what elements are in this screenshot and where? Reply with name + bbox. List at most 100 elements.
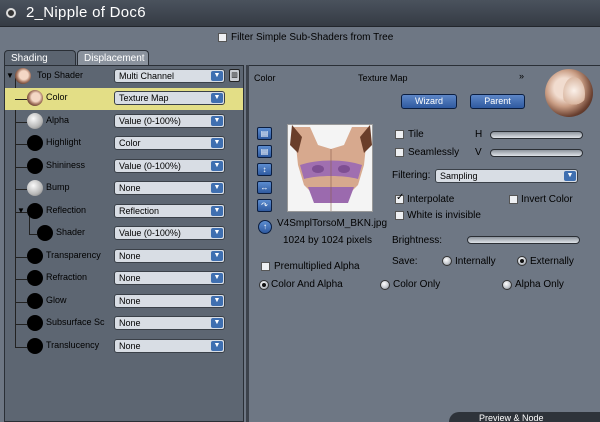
tree-guide-line <box>29 234 37 235</box>
shader-tree-row[interactable]: Shininess Value (0-100%) ▼ <box>5 156 243 178</box>
save-externally-radio[interactable] <box>517 256 527 266</box>
shader-type-value: None <box>119 273 141 283</box>
shader-tree-row[interactable]: ▼ Reflection Reflection ▼ <box>5 201 243 223</box>
shader-type-dropdown[interactable]: Color ▼ <box>114 136 225 150</box>
shader-preview-ball-icon <box>27 135 43 151</box>
shader-type-dropdown[interactable]: Value (0-100%) ▼ <box>114 114 225 128</box>
info-up-arrow-icon[interactable]: ↑ <box>258 220 272 234</box>
seamless-checkbox[interactable] <box>395 148 404 157</box>
flip-horizontal-icon[interactable]: ↔ <box>257 181 272 194</box>
save-internally-radio[interactable] <box>442 256 452 266</box>
interpolate-label: Interpolate <box>407 194 455 205</box>
flip-vertical-icon[interactable]: ↕ <box>257 163 272 176</box>
shader-tree-row[interactable]: Alpha Value (0-100%) ▼ <box>5 111 243 133</box>
white-invisible-checkbox[interactable] <box>395 211 404 220</box>
tree-guide-line <box>15 189 27 190</box>
shader-tree-row[interactable]: Transparency None ▼ <box>5 246 243 268</box>
expand-chevron-icon[interactable]: » <box>519 71 524 81</box>
shader-type-dropdown[interactable]: Value (0-100%) ▼ <box>114 226 225 240</box>
filtering-label: Filtering: <box>392 170 431 181</box>
shader-tree-label: Subsurface Sc <box>46 317 105 327</box>
filter-sub-shaders-checkbox[interactable] <box>218 32 227 42</box>
shader-type-dropdown[interactable]: None ▼ <box>114 294 225 308</box>
tile-checkbox[interactable] <box>395 130 404 139</box>
tile-v-slider[interactable] <box>490 149 583 157</box>
preview-node-tab[interactable]: Preview & Node <box>449 412 600 422</box>
chevron-down-icon: ▼ <box>211 273 223 283</box>
color-only-radio[interactable] <box>380 280 390 290</box>
shader-type-dropdown[interactable]: None ▼ <box>114 249 225 263</box>
shader-tree-label: Color <box>46 92 68 102</box>
shader-type-value: Value (0-100%) <box>119 116 181 126</box>
shader-tree-row[interactable]: Subsurface Sc None ▼ <box>5 313 243 335</box>
window-title-bar: 2_Nipple of Doc6 <box>0 0 600 27</box>
chevron-down-icon: ▼ <box>211 206 223 216</box>
shader-type-dropdown[interactable]: None ▼ <box>114 181 225 195</box>
shader-tree-row[interactable]: Translucency None ▼ <box>5 336 243 358</box>
shader-type-dropdown[interactable]: Multi Channel ▼ <box>114 69 225 83</box>
tile-h-slider[interactable] <box>490 131 583 139</box>
chevron-down-icon: ▼ <box>211 296 223 306</box>
shader-type-value: Color <box>119 138 141 148</box>
shader-type-value: None <box>119 183 141 193</box>
tree-guide-line <box>15 167 27 168</box>
shader-tree-row[interactable]: Color Texture Map ▼ <box>5 88 243 110</box>
shader-preview-ball-icon <box>27 113 43 129</box>
shader-preview-ball-icon <box>27 248 43 264</box>
shader-tree-row[interactable]: Highlight Color ▼ <box>5 133 243 155</box>
shader-tree-row[interactable]: Refraction None ▼ <box>5 268 243 290</box>
shader-tree-label: Bump <box>46 182 70 192</box>
shader-tree-label: Transparency <box>46 250 101 260</box>
v-label: V <box>475 147 482 158</box>
brightness-label: Brightness: <box>392 235 443 246</box>
tab-shading[interactable]: Shading <box>4 50 76 66</box>
chevron-down-icon: ▼ <box>564 171 576 181</box>
shader-type-value: None <box>119 341 141 351</box>
open-folder-icon[interactable]: ▤ <box>257 145 272 158</box>
chevron-down-icon: ▼ <box>211 116 223 126</box>
alpha-only-radio[interactable] <box>502 280 512 290</box>
filtering-dropdown[interactable]: Sampling ▼ <box>435 169 578 183</box>
shader-preview-ball-icon <box>27 270 43 286</box>
open-folder-icon[interactable]: ▤ <box>257 127 272 140</box>
parent-button[interactable]: Parent <box>470 94 525 109</box>
expand-triangle-icon[interactable]: ▼ <box>17 206 25 215</box>
invert-color-checkbox[interactable] <box>509 195 518 204</box>
brightness-slider[interactable] <box>467 236 580 244</box>
chevron-down-icon: ▼ <box>211 318 223 328</box>
shader-tree-label: Shader <box>56 227 86 237</box>
tree-guide-line <box>15 302 27 303</box>
filter-sub-shaders-row[interactable]: Filter Simple Sub-Shaders from Tree <box>218 30 393 44</box>
shader-type-dropdown[interactable]: Value (0-100%) ▼ <box>114 159 225 173</box>
rotate-icon[interactable]: ↷ <box>257 199 272 212</box>
premultiplied-alpha-label: Premultiplied Alpha <box>274 261 360 272</box>
shader-tree-row[interactable]: ▼ Top Shader Multi Channel ▼ ▥ <box>5 66 243 88</box>
shader-type-dropdown[interactable]: Texture Map ▼ <box>114 91 225 105</box>
shader-tree-row[interactable]: Glow None ▼ <box>5 291 243 313</box>
tree-guide-line <box>15 257 27 258</box>
wizard-button[interactable]: Wizard <box>401 94 457 109</box>
shader-preview-ball-icon <box>27 180 43 196</box>
material-preview-sphere <box>545 69 593 117</box>
shader-tree-row[interactable]: Shader Value (0-100%) ▼ <box>5 223 243 245</box>
tile-label: Tile <box>408 129 424 140</box>
premultiplied-alpha-checkbox[interactable] <box>261 262 270 271</box>
channel-label: Color <box>254 73 276 83</box>
shader-type-dropdown[interactable]: None ▼ <box>114 339 225 353</box>
shader-type-dropdown[interactable]: Reflection ▼ <box>114 204 225 218</box>
texture-thumbnail[interactable] <box>287 124 373 212</box>
shader-preview-ball-icon <box>27 203 43 219</box>
color-and-alpha-radio[interactable] <box>259 280 269 290</box>
chevron-down-icon: ▼ <box>211 228 223 238</box>
shader-type-value: None <box>119 251 141 261</box>
shader-type-dropdown[interactable]: None ▼ <box>114 316 225 330</box>
color-only-label: Color Only <box>393 279 441 290</box>
window-close-icon[interactable] <box>6 8 16 18</box>
trash-icon[interactable]: ▥ <box>229 69 240 82</box>
expand-triangle-icon[interactable]: ▼ <box>6 71 14 80</box>
shader-type-dropdown[interactable]: None ▼ <box>114 271 225 285</box>
tab-displacement[interactable]: Displacement <box>77 50 149 66</box>
shader-tree-row[interactable]: Bump None ▼ <box>5 178 243 200</box>
interpolate-checkbox[interactable] <box>395 192 404 204</box>
shader-tree-label: Shininess <box>46 160 86 170</box>
